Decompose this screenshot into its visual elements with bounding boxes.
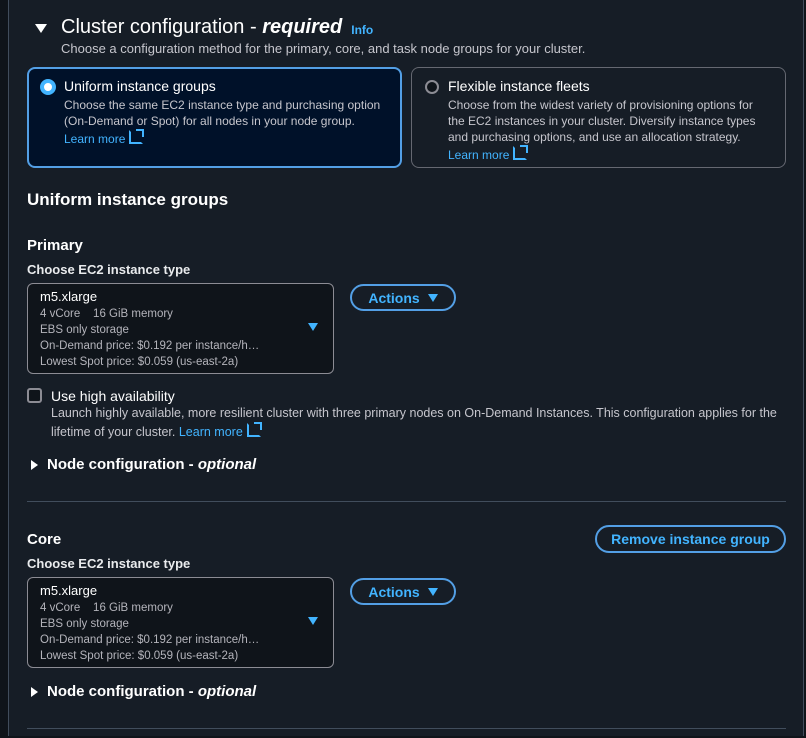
- instance-name: m5.xlarge: [40, 583, 98, 598]
- node-config-text: Node configuration -: [47, 456, 198, 473]
- core-instance-type-select[interactable]: m5.xlarge 4 vCore 16 GiB memory EBS only…: [27, 577, 334, 668]
- instance-storage: EBS only storage: [40, 618, 129, 630]
- section-title: Cluster configuration - required: [61, 16, 342, 39]
- actions-label: Actions: [368, 289, 420, 306]
- high-availability-description: Launch highly available, more resilient …: [51, 405, 781, 441]
- instance-specs: 4 vCore 16 GiB memory: [40, 308, 173, 320]
- tile-desc-line: Choose from the widest variety of provis…: [448, 98, 753, 112]
- radio-uniform-selected[interactable]: [40, 79, 56, 95]
- primary-node-configuration-expander[interactable]: Node configuration - optional: [31, 456, 256, 473]
- caret-right-icon: [31, 686, 38, 697]
- section-subtitle: Choose a configuration method for the pr…: [61, 41, 586, 56]
- node-configuration-label: Node configuration - optional: [47, 683, 256, 700]
- tile-desc-line: Choose the same EC2 instance type and pu…: [64, 98, 381, 112]
- instance-ondemand-price: On-Demand price: $0.192 per instance/h…: [40, 634, 260, 646]
- info-link[interactable]: Info: [351, 23, 373, 37]
- optional-label: optional: [197, 683, 257, 700]
- tile-title: Flexible instance fleets: [448, 78, 590, 94]
- remove-instance-group-button[interactable]: Remove instance group: [595, 525, 786, 553]
- caret-down-icon: [427, 587, 438, 596]
- dropdown-arrow-icon: [308, 323, 318, 331]
- section-title-text: Cluster configuration -: [61, 15, 263, 38]
- tile-uniform-instance-groups[interactable]: Uniform instance groups Choose the same …: [27, 67, 402, 168]
- core-heading: Core: [27, 531, 62, 548]
- section-header[interactable]: Cluster configuration - required Info: [35, 14, 373, 40]
- primary-choose-instance-label: Choose EC2 instance type: [27, 262, 191, 277]
- learn-more-link[interactable]: Learn more: [179, 425, 243, 439]
- tile-description: Choose the same EC2 instance type and pu…: [64, 97, 380, 147]
- instance-spot-price: Lowest Spot price: $0.059 (us-east-2a): [40, 356, 239, 368]
- primary-heading: Primary: [27, 237, 83, 254]
- uniform-instance-groups-heading: Uniform instance groups: [27, 190, 229, 209]
- core-node-configuration-expander[interactable]: Node configuration - optional: [31, 683, 256, 700]
- core-actions-button[interactable]: Actions: [350, 578, 456, 605]
- primary-instance-type-select[interactable]: m5.xlarge 4 vCore 16 GiB memory EBS only…: [27, 283, 334, 374]
- ha-desc-line: lifetime of your cluster.: [51, 425, 176, 439]
- tile-title: Uniform instance groups: [64, 78, 216, 94]
- external-link-icon: [246, 422, 262, 437]
- optional-label: optional: [197, 456, 257, 473]
- instance-ondemand-price: On-Demand price: $0.192 per instance/h…: [40, 340, 260, 352]
- divider: [27, 728, 786, 729]
- learn-more-link[interactable]: Learn more: [64, 132, 125, 146]
- actions-label: Actions: [368, 583, 420, 600]
- instance-spot-price: Lowest Spot price: $0.059 (us-east-2a): [40, 650, 239, 662]
- instance-storage: EBS only storage: [40, 324, 129, 336]
- caret-down-icon: [427, 293, 438, 302]
- external-link-icon: [513, 145, 529, 160]
- required-label: required: [262, 15, 343, 38]
- primary-actions-button[interactable]: Actions: [350, 284, 456, 311]
- instance-name: m5.xlarge: [40, 289, 98, 304]
- core-choose-instance-label: Choose EC2 instance type: [27, 556, 191, 571]
- node-configuration-label: Node configuration - optional: [47, 456, 256, 473]
- instance-specs: 4 vCore 16 GiB memory: [40, 602, 173, 614]
- cluster-configuration-panel: Cluster configuration - required Info Ch…: [8, 0, 804, 736]
- tile-flexible-instance-fleets[interactable]: Flexible instance fleets Choose from the…: [411, 67, 786, 168]
- divider: [27, 501, 786, 502]
- caret-right-icon: [31, 459, 38, 470]
- tile-description: Choose from the widest variety of provis…: [448, 97, 755, 163]
- high-availability-label: Use high availability: [51, 388, 175, 404]
- ha-desc-line: Launch highly available, more resilient …: [51, 406, 777, 420]
- learn-more-link[interactable]: Learn more: [448, 148, 509, 162]
- radio-flexible-unselected[interactable]: [425, 80, 439, 94]
- high-availability-checkbox[interactable]: [27, 388, 42, 403]
- tile-desc-line: and purchasing options, and use an alloc…: [448, 130, 741, 144]
- collapse-caret-icon[interactable]: [35, 23, 47, 33]
- tile-desc-line: the EC2 instances in your cluster. Diver…: [448, 114, 756, 128]
- node-config-text: Node configuration -: [47, 683, 198, 700]
- tile-desc-line: (On-Demand or Spot) for all nodes in you…: [64, 114, 355, 128]
- dropdown-arrow-icon: [308, 617, 318, 625]
- external-link-icon: [129, 129, 145, 144]
- remove-label: Remove instance group: [611, 531, 770, 547]
